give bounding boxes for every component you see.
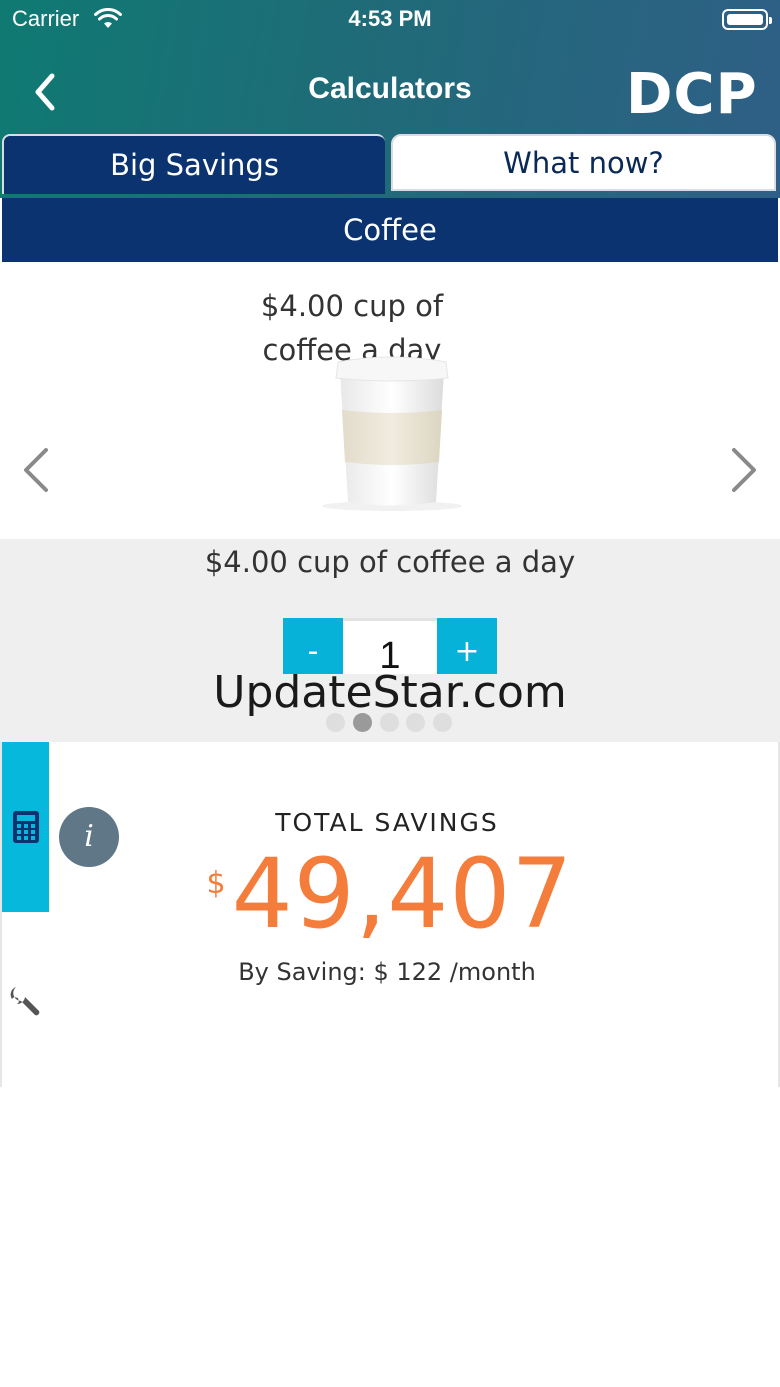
previous-chevron-icon[interactable] bbox=[20, 448, 50, 496]
tab-big-savings[interactable]: Big Savings bbox=[2, 134, 385, 194]
category-title: Coffee bbox=[2, 198, 778, 262]
savings-value: 49,407 bbox=[231, 838, 574, 950]
page-dot[interactable] bbox=[326, 713, 345, 732]
tab-what-now[interactable]: What now? bbox=[391, 134, 776, 191]
coffee-cup-icon bbox=[320, 354, 470, 518]
item-label: $4.00 cup of coffee a day bbox=[204, 545, 576, 579]
page-dot[interactable] bbox=[406, 713, 425, 732]
page-dot[interactable] bbox=[380, 713, 399, 732]
status-time: 4:53 PM bbox=[348, 6, 432, 31]
page-dot-active[interactable] bbox=[353, 713, 372, 732]
battery-icon bbox=[722, 9, 772, 30]
nav-bar: Calculators DCP bbox=[0, 40, 780, 134]
currency-symbol: $ bbox=[206, 866, 226, 901]
increment-button[interactable]: + bbox=[437, 618, 497, 674]
quantity-stepper: - 1 + bbox=[283, 618, 497, 677]
total-savings-label: TOTAL SAVINGS bbox=[275, 808, 499, 837]
monthly-saving-text: By Saving: $ 122 /month bbox=[238, 958, 536, 986]
status-bar: Carrier 4:53 PM bbox=[0, 0, 780, 40]
dcp-logo: DCP bbox=[626, 62, 758, 127]
decrement-button[interactable]: - bbox=[283, 618, 343, 674]
watermark-text: UpdateStar.com bbox=[213, 667, 567, 718]
next-chevron-icon[interactable] bbox=[730, 448, 760, 496]
page-indicator[interactable] bbox=[326, 713, 456, 733]
quantity-panel: $4.00 cup of coffee a day - 1 + UpdateSt… bbox=[0, 539, 780, 742]
quantity-field[interactable]: 1 bbox=[343, 618, 437, 677]
total-savings-amount: $49,407 bbox=[0, 838, 780, 950]
wrench-icon[interactable] bbox=[8, 984, 44, 1024]
item-carousel[interactable]: $4.00 cup of coffee a day bbox=[2, 262, 778, 539]
page-dot[interactable] bbox=[433, 713, 452, 732]
